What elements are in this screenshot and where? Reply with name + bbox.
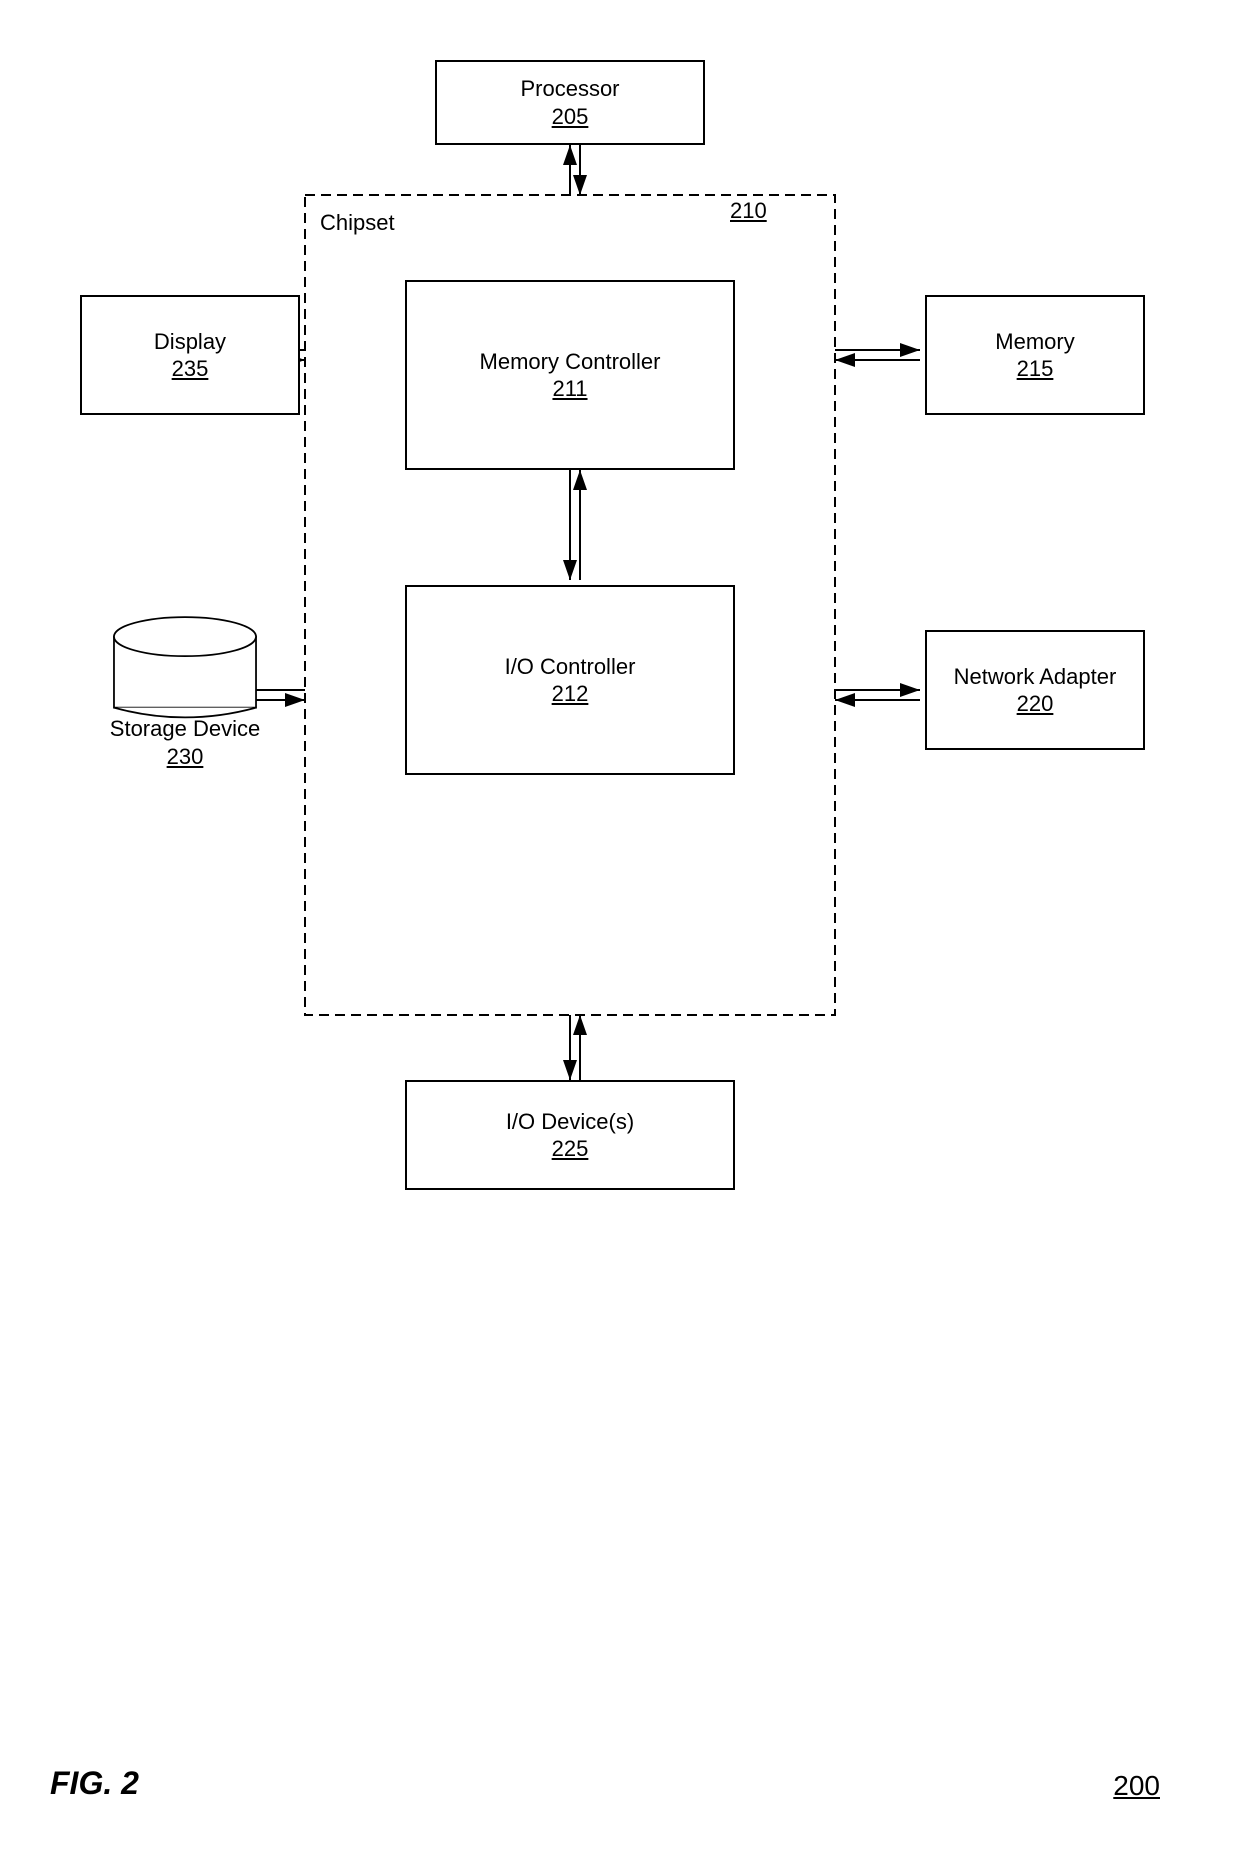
processor-label: Processor [520, 75, 619, 104]
storage-device-label: Storage Device [110, 716, 260, 741]
io-controller-box: I/O Controller 212 [405, 585, 735, 775]
figure-label: FIG. 2 [50, 1765, 139, 1802]
diagram: Chipset Processor 205 Memory Controller … [50, 40, 1190, 1440]
memory-label: Memory [995, 328, 1074, 357]
network-adapter-box: Network Adapter 220 [925, 630, 1145, 750]
memory-controller-box: Memory Controller 211 [405, 280, 735, 470]
io-controller-number: 212 [552, 681, 589, 707]
display-label: Display [154, 328, 226, 357]
svg-text:Chipset: Chipset [320, 210, 395, 235]
network-adapter-label: Network Adapter [954, 663, 1117, 692]
network-adapter-number: 220 [1017, 691, 1054, 717]
processor-box: Processor 205 [435, 60, 705, 145]
chipset-number: 210 [730, 198, 767, 224]
memory-box: Memory 215 [925, 295, 1145, 415]
memory-controller-number: 211 [552, 376, 587, 402]
io-devices-box: I/O Device(s) 225 [405, 1080, 735, 1190]
storage-device-number: 230 [167, 744, 204, 769]
display-number: 235 [172, 356, 209, 382]
display-box: Display 235 [80, 295, 300, 415]
figure-reference-number: 200 [1113, 1770, 1160, 1802]
storage-device: Storage Device 230 [75, 610, 295, 770]
io-devices-label: I/O Device(s) [506, 1108, 634, 1137]
processor-number: 205 [552, 104, 589, 130]
memory-number: 215 [1017, 356, 1054, 382]
io-controller-label: I/O Controller [505, 653, 636, 682]
memory-controller-label: Memory Controller [480, 348, 661, 377]
io-devices-number: 225 [552, 1136, 589, 1162]
